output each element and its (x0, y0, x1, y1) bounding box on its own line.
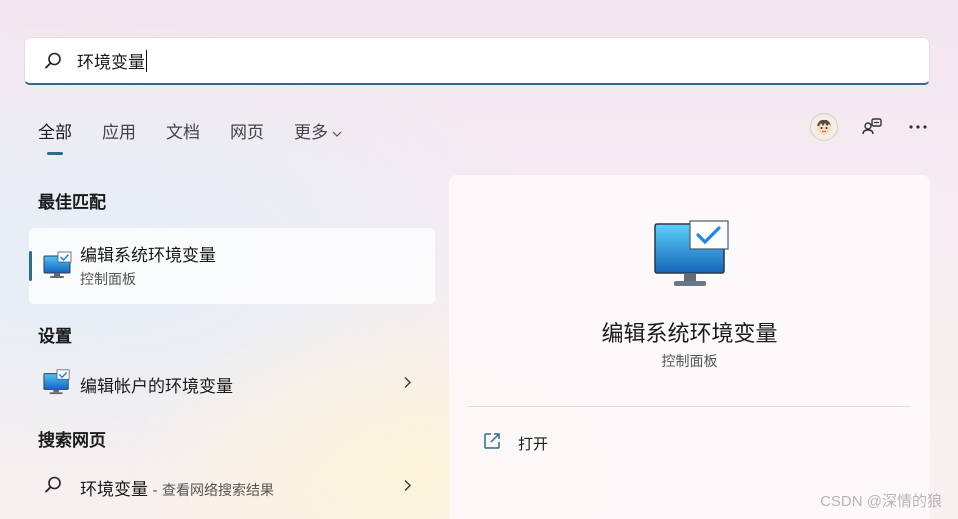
web-search-query: 环境变量 (80, 479, 148, 500)
best-match-result[interactable]: 编辑系统环境变量 控制面板 (29, 228, 435, 304)
divider (468, 406, 911, 407)
system-properties-icon (43, 368, 71, 400)
detail-title: 编辑系统环境变量 (601, 322, 778, 347)
best-match-subtitle: 控制面板 (80, 272, 136, 288)
best-match-title: 编辑系统环境变量 (80, 246, 216, 266)
tab-web[interactable]: 网页 (230, 118, 264, 143)
tab-documents-label: 文档 (166, 123, 200, 143)
tab-all-label: 全部 (38, 123, 72, 143)
tab-apps-label: 应用 (102, 123, 136, 143)
search-box[interactable]: 环境变量 (24, 37, 930, 85)
user-avatar[interactable] (810, 113, 838, 141)
search-query-text: 环境变量 (77, 53, 145, 73)
web-search-label: 环境变量 - 查看网络搜索结果 (80, 475, 274, 500)
system-properties-icon (43, 250, 73, 284)
search-icon (43, 51, 63, 71)
settings-result-item[interactable]: 编辑帐户的环境变量 (29, 364, 435, 404)
best-match-heading: 最佳匹配 (38, 193, 106, 213)
selection-indicator (29, 251, 32, 281)
filter-tabs: 全部 应用 文档 网页 更多 (38, 118, 373, 155)
system-properties-icon (654, 220, 730, 292)
watermark: CSDN @深情的狼 (820, 493, 942, 510)
tab-apps[interactable]: 应用 (102, 118, 136, 143)
chevron-right-icon (401, 478, 413, 497)
chevron-right-icon (401, 375, 413, 394)
settings-item-label: 编辑帐户的环境变量 (80, 376, 233, 397)
web-search-suffix: - 查看网络搜索结果 (148, 482, 274, 499)
tab-more-label: 更多 (294, 123, 328, 143)
web-search-result-item[interactable]: 环境变量 - 查看网络搜索结果 (29, 467, 435, 507)
open-action[interactable]: 打开 (482, 431, 548, 455)
account-switch-icon[interactable] (860, 115, 884, 139)
active-tab-indicator (47, 152, 63, 155)
search-input[interactable]: 环境变量 (77, 48, 147, 73)
tab-more[interactable]: 更多 (294, 118, 343, 143)
detail-subtitle: 控制面板 (661, 354, 718, 370)
tab-web-label: 网页 (230, 123, 264, 143)
search-icon (43, 475, 63, 499)
open-external-icon (482, 431, 502, 455)
tab-all[interactable]: 全部 (38, 118, 72, 155)
top-actions (810, 113, 930, 141)
tab-documents[interactable]: 文档 (166, 118, 200, 143)
more-options-icon[interactable] (906, 115, 930, 139)
chevron-down-icon (331, 125, 343, 137)
web-search-heading: 搜索网页 (38, 431, 106, 451)
open-action-label: 打开 (518, 434, 549, 453)
settings-heading: 设置 (38, 327, 72, 347)
detail-panel: 编辑系统环境变量 控制面板 打开 (449, 175, 930, 519)
text-caret (146, 49, 147, 72)
